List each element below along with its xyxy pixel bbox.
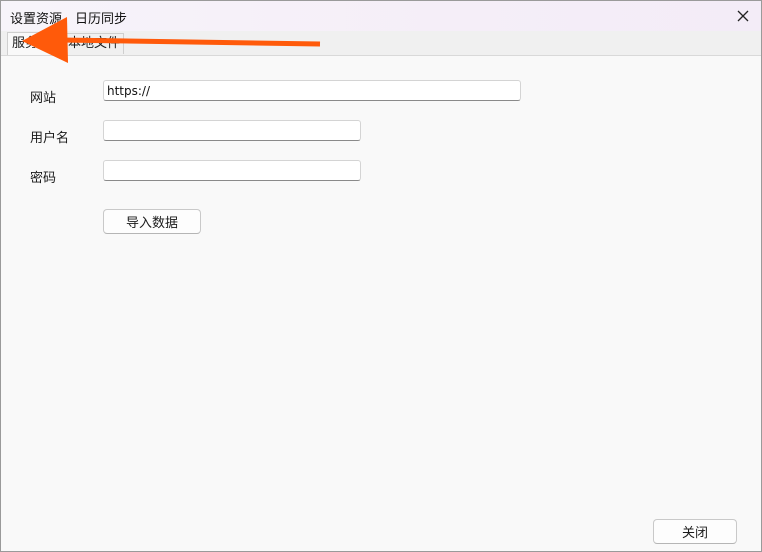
close-window-button[interactable] — [725, 1, 761, 31]
username-input[interactable] — [103, 120, 361, 141]
website-label: 网站 — [30, 91, 57, 106]
website-input[interactable] — [103, 80, 521, 101]
tab-server[interactable]: 服务器 — [7, 32, 57, 55]
close-icon — [737, 10, 749, 22]
tab-strip: 本地文件 服务器 — [1, 31, 761, 56]
close-button[interactable]: 关闭 — [653, 519, 737, 544]
tab-panel-server: 网站 用户名 密码 导入数据 关闭 — [1, 56, 761, 551]
title-bar: 设置资源、日历同步 — [1, 1, 761, 31]
import-data-button[interactable]: 导入数据 — [103, 209, 201, 234]
username-label: 用户名 — [30, 131, 70, 146]
password-label: 密码 — [30, 171, 57, 186]
close-button-label: 关闭 — [681, 526, 708, 541]
tab-server-label: 服务器 — [12, 36, 52, 51]
import-data-button-label: 导入数据 — [125, 216, 178, 231]
window-title: 设置资源、日历同步 — [10, 12, 128, 27]
settings-dialog: 设置资源、日历同步 本地文件 服务器 网站 用户名 密码 导入数据 关闭 — [0, 0, 762, 552]
password-input[interactable] — [103, 160, 361, 181]
tab-local-files[interactable]: 本地文件 — [51, 33, 125, 54]
tab-local-files-label: 本地文件 — [68, 36, 121, 51]
